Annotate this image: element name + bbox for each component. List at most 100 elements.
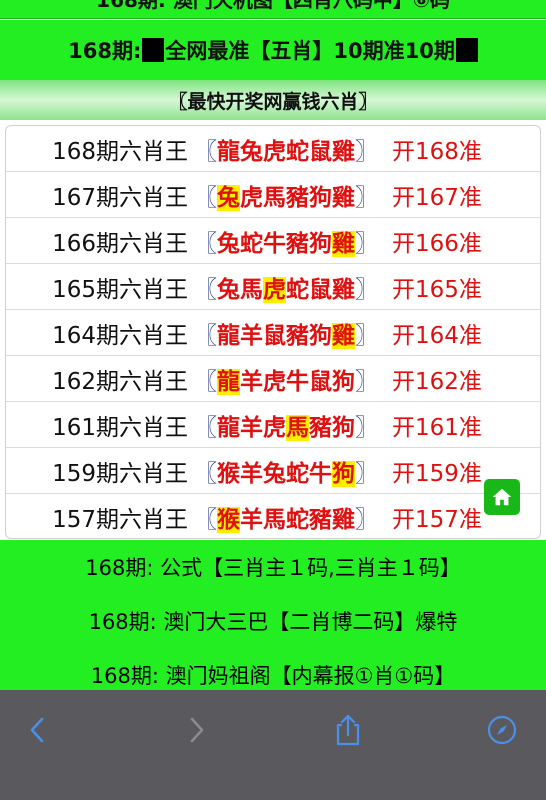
zodiac-char: 鼠 bbox=[263, 322, 286, 349]
black-block bbox=[142, 38, 165, 62]
result-label: 开165准 bbox=[392, 276, 482, 303]
zodiac-char: 狗 bbox=[332, 460, 355, 487]
zodiac-char: 豬 bbox=[286, 230, 309, 257]
result-label: 开162准 bbox=[392, 368, 482, 395]
period-label: 162期六肖王 bbox=[52, 368, 188, 395]
zodiac-char: 虎 bbox=[263, 138, 286, 165]
open-bracket: 〖 bbox=[194, 276, 217, 303]
zodiac-char: 馬 bbox=[263, 507, 286, 533]
sanba-text: 168期: 澳门大三巴【二肖博二码】爆特 bbox=[88, 610, 458, 634]
zodiac-char: 馬 bbox=[240, 276, 263, 303]
forward-icon bbox=[190, 717, 204, 743]
zodiac-char: 狗 bbox=[309, 230, 332, 257]
compass-button[interactable] bbox=[482, 710, 522, 750]
home-button[interactable] bbox=[484, 479, 520, 515]
zodiac-char: 羊 bbox=[240, 368, 263, 395]
formula-text: 168期: 公式【三肖主１码,三肖主１码】 bbox=[85, 556, 461, 580]
zodiac-char: 龍 bbox=[217, 414, 240, 441]
zodiac-char: 馬 bbox=[286, 414, 309, 441]
zodiac-char: 虎 bbox=[263, 368, 286, 395]
zodiac-char: 猴 bbox=[217, 507, 240, 533]
result-label: 开161准 bbox=[392, 414, 482, 441]
zodiac-char: 兔 bbox=[263, 460, 286, 487]
result-label: 开159准 bbox=[392, 460, 482, 487]
zodiac-char: 兔 bbox=[217, 184, 240, 211]
open-bracket: 〖 bbox=[194, 507, 217, 533]
zodiac-char: 龍 bbox=[217, 322, 240, 349]
period-label: 168期六肖王 bbox=[52, 138, 188, 165]
table-row: 164期六肖王〖龍羊鼠豬狗雞〗开164准 bbox=[6, 310, 540, 356]
close-bracket: 〗 bbox=[355, 414, 378, 441]
zodiac-char: 羊 bbox=[240, 507, 263, 533]
zodiac-char: 牛 bbox=[263, 230, 286, 257]
zodiac-char: 雞 bbox=[332, 230, 355, 257]
link-row-sanba[interactable]: 168期: 澳门大三巴【二肖博二码】爆特 bbox=[0, 594, 546, 649]
zodiac-char: 龍 bbox=[217, 138, 240, 165]
link-row-formula[interactable]: 168期: 公式【三肖主１码,三肖主１码】 bbox=[0, 540, 546, 595]
zodiac-char: 牛 bbox=[309, 460, 332, 487]
zodiac-char: 兔 bbox=[217, 230, 240, 257]
close-bracket: 〗 bbox=[355, 138, 378, 165]
zodiac-char: 豬 bbox=[309, 507, 332, 533]
top-partial-row: 168期: 澳门天机图【四肖八码中】⑥码 bbox=[0, 0, 546, 19]
zodiac-char: 狗 bbox=[309, 184, 332, 211]
close-bracket: 〗 bbox=[355, 184, 378, 211]
table-row: 159期六肖王〖猴羊兔蛇牛狗〗开159准 bbox=[6, 448, 540, 494]
zodiac-char: 虎 bbox=[240, 184, 263, 211]
zodiac-char: 鼠 bbox=[309, 276, 332, 303]
period-label: 161期六肖王 bbox=[52, 414, 188, 441]
home-icon bbox=[492, 488, 512, 506]
zodiac-char: 豬 bbox=[286, 184, 309, 211]
zodiac-char: 兔 bbox=[240, 138, 263, 165]
subheader-title: 〖最快开奖网赢钱六肖〗 bbox=[168, 90, 378, 113]
period-label: 166期六肖王 bbox=[52, 230, 188, 257]
zodiac-list: 龍羊虎馬豬狗 bbox=[217, 408, 355, 442]
zodiac-char: 羊 bbox=[240, 460, 263, 487]
back-button[interactable] bbox=[18, 710, 58, 750]
zodiac-list: 龍兔虎蛇鼠雞 bbox=[217, 132, 355, 166]
table-row: 167期六肖王〖兔虎馬豬狗雞〗开167准 bbox=[6, 172, 540, 218]
zodiac-list: 龍羊鼠豬狗雞 bbox=[217, 316, 355, 350]
zodiac-char: 雞 bbox=[332, 276, 355, 303]
zodiac-char: 雞 bbox=[332, 322, 355, 349]
period-label: 167期六肖王 bbox=[52, 184, 188, 211]
share-button[interactable] bbox=[328, 710, 368, 750]
zodiac-char: 蛇 bbox=[286, 276, 309, 303]
top-partial-text: 168期: 澳门天机图【四肖八码中】⑥码 bbox=[96, 0, 450, 13]
zodiac-char: 龍 bbox=[217, 368, 240, 395]
table-row: 162期六肖王〖龍羊虎牛鼠狗〗开162准 bbox=[6, 356, 540, 402]
zodiac-char: 蛇 bbox=[286, 507, 309, 533]
zodiac-char: 猴 bbox=[217, 460, 240, 487]
zodiac-char: 狗 bbox=[309, 322, 332, 349]
zodiac-char: 馬 bbox=[263, 184, 286, 211]
result-label: 开157准 bbox=[392, 507, 482, 533]
browser-toolbar bbox=[0, 690, 546, 800]
headline-row[interactable]: 168期: 全网最准【五肖】10期准10期 bbox=[0, 20, 546, 81]
open-bracket: 〖 bbox=[194, 368, 217, 395]
period-label: 157期六肖王 bbox=[52, 507, 188, 533]
open-bracket: 〖 bbox=[194, 322, 217, 349]
zodiac-char: 鼠 bbox=[309, 368, 332, 395]
forward-button[interactable] bbox=[176, 710, 216, 750]
period-label: 165期六肖王 bbox=[52, 276, 188, 303]
period-label: 159期六肖王 bbox=[52, 460, 188, 487]
zodiac-list: 兔虎馬豬狗雞 bbox=[217, 178, 355, 212]
mazu-text: 168期: 澳门妈祖阁【内幕报①肖①码】 bbox=[90, 664, 456, 688]
zodiac-char: 豬 bbox=[309, 414, 332, 441]
headline-prefix: 168期: bbox=[68, 39, 142, 63]
result-label: 开164准 bbox=[392, 322, 482, 349]
table-row: 168期六肖王〖龍兔虎蛇鼠雞〗开168准 bbox=[6, 126, 540, 172]
table-row: 166期六肖王〖兔蛇牛豬狗雞〗开166准 bbox=[6, 218, 540, 264]
zodiac-char: 羊 bbox=[240, 414, 263, 441]
result-label: 开167准 bbox=[392, 184, 482, 211]
zodiac-char: 鼠 bbox=[309, 138, 332, 165]
zodiac-list: 猴羊兔蛇牛狗 bbox=[217, 454, 355, 488]
zodiac-char: 豬 bbox=[286, 322, 309, 349]
table-row: 157期六肖王〖猴羊馬蛇豬雞〗开157准 bbox=[6, 494, 540, 538]
close-bracket: 〗 bbox=[355, 460, 378, 487]
result-label: 开168准 bbox=[392, 138, 482, 165]
zodiac-char: 虎 bbox=[263, 276, 286, 303]
zodiac-char: 兔 bbox=[217, 276, 240, 303]
headline-text: 全网最准【五肖】10期准10期 bbox=[165, 39, 455, 63]
section-subheader: 〖最快开奖网赢钱六肖〗 bbox=[0, 80, 546, 120]
